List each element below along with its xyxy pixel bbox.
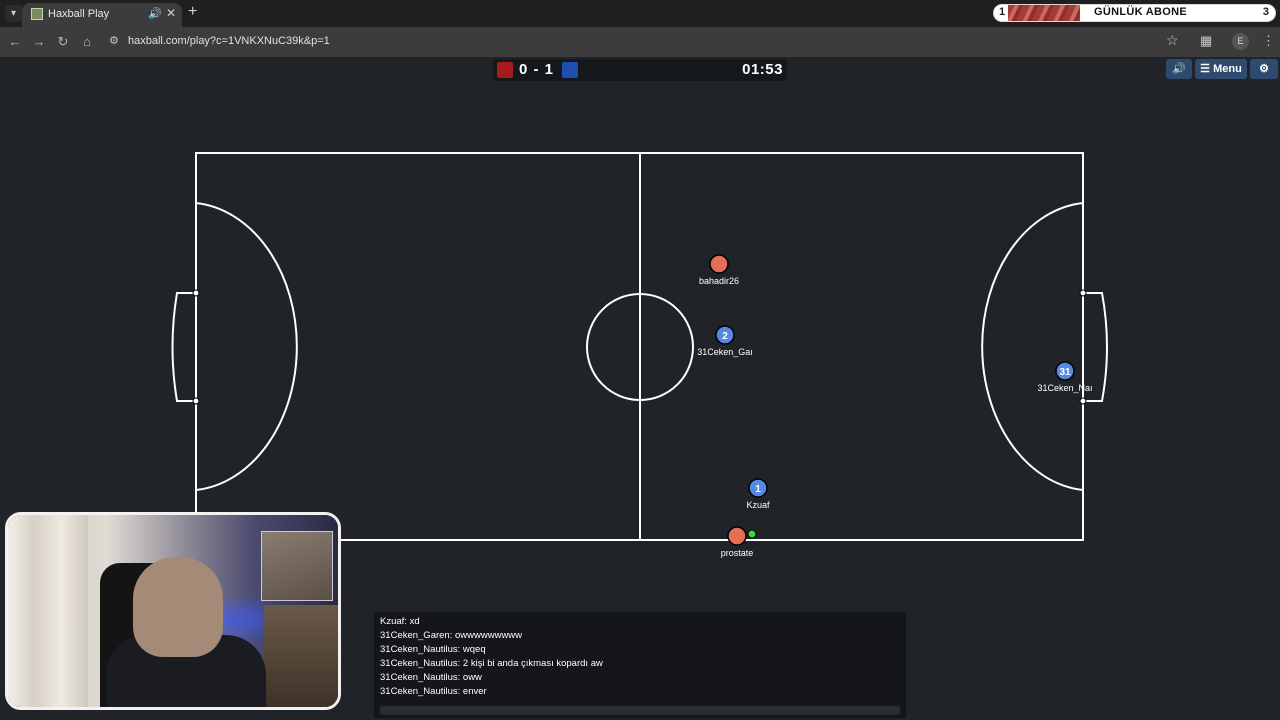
subscriber-goal-banner: 1 GÜNLÜK ABONE 3 [993, 4, 1276, 22]
tab-search-chevron-icon[interactable]: ▾ [5, 5, 22, 22]
browser-toolbar: ← → ↻ ⌂ ⚙ haxball.com/play?c=1VNKXNuC39k… [0, 27, 1280, 57]
webcam-inset-view [261, 531, 333, 601]
blue-team-icon [562, 62, 578, 78]
player-disc-blue: 1 Kzuaf [746, 478, 770, 510]
forward-arrow-icon[interactable]: → [31, 34, 47, 49]
address-bar[interactable]: ⚙ haxball.com/play?c=1VNKXNuC39k&p=1 ☆ ▦… [104, 30, 1276, 54]
kebab-menu-icon[interactable]: ⋮ [1262, 33, 1275, 49]
webcam-bookshelf [264, 605, 338, 707]
chat-message: 31Ceken_Nautilus: enver [380, 686, 487, 697]
player-name: 31Ceken_Gaı [697, 347, 753, 357]
site-info-icon[interactable]: ⚙ [109, 34, 119, 47]
left-penalty-arc [195, 202, 298, 491]
profile-avatar[interactable]: E [1232, 33, 1249, 50]
browser-tab-haxball[interactable]: Haxball Play 🔊 ✕ [22, 3, 182, 27]
extensions-puzzle-icon[interactable]: ▦ [1200, 33, 1212, 49]
home-icon[interactable]: ⌂ [79, 34, 95, 49]
player-number: 31 [1059, 367, 1071, 378]
menu-button[interactable]: ☰ Menu [1195, 59, 1247, 79]
player-name: bahadir26 [699, 276, 739, 286]
banner-title: GÜNLÜK ABONE [1094, 6, 1188, 18]
back-arrow-icon[interactable]: ← [7, 34, 23, 49]
right-goal-post-top [1079, 289, 1087, 297]
haxball-favicon-icon [31, 8, 43, 20]
chat-message: Kzuaf: xd [380, 616, 420, 627]
webcam-streamer-head [133, 557, 223, 657]
player-name: Kzuaf [746, 500, 770, 510]
right-goal-post-bottom [1079, 397, 1087, 405]
player-name: 31Ceken_Naı [1037, 383, 1092, 393]
chat-panel: Kzuaf: xd 31Ceken_Garen: owwwwwwwww 31Ce… [374, 612, 906, 718]
banner-current-value: 1 [999, 6, 1006, 18]
browser-tab-bar: ▾ Haxball Play 🔊 ✕ + 1 GÜNLÜK ABONE 3 [0, 0, 1280, 27]
match-timer: 01:53 [742, 61, 783, 78]
player-number: 2 [722, 331, 728, 342]
tab-audio-icon[interactable]: 🔊 [148, 7, 162, 20]
left-goal-post-bottom [192, 397, 200, 405]
score: 0 - 1 [519, 61, 555, 78]
bookmark-star-icon[interactable]: ☆ [1166, 32, 1179, 49]
tab-title: Haxball Play [48, 8, 110, 20]
player-number: 1 [755, 484, 761, 495]
ball [747, 529, 757, 539]
banner-goal-value: 3 [1262, 6, 1269, 18]
settings-button[interactable]: ⚙ [1250, 59, 1278, 79]
scoreboard: 0 - 1 01:53 [493, 59, 787, 81]
player-disc-blue: 2 31Ceken_Gaı [697, 325, 753, 357]
chat-message: 31Ceken_Nautilus: oww [380, 672, 482, 683]
speaker-icon: 🔊 [1172, 63, 1186, 75]
player-disc-red: bahadir26 [699, 254, 739, 286]
gear-icon: ⚙ [1259, 63, 1269, 75]
menu-label: Menu [1213, 63, 1242, 75]
chat-message: 31Ceken_Nautilus: 2 kişi bi anda çıkması… [380, 658, 603, 669]
player-name: prostate [721, 548, 754, 558]
chat-input[interactable] [380, 706, 900, 715]
right-penalty-arc [981, 202, 1084, 491]
hamburger-icon: ☰ [1200, 63, 1211, 75]
red-team-icon [497, 62, 513, 78]
new-tab-plus-icon[interactable]: + [188, 3, 197, 21]
chat-message: 31Ceken_Garen: owwwwwwwww [380, 630, 523, 641]
chat-message: 31Ceken_Nautilus: wqeq [380, 644, 486, 655]
sound-button[interactable]: 🔊 [1166, 59, 1192, 79]
reload-icon[interactable]: ↻ [55, 34, 71, 50]
url-text[interactable]: haxball.com/play?c=1VNKXNuC39k&p=1 [128, 35, 330, 47]
close-icon[interactable]: ✕ [166, 6, 176, 20]
left-goal-post-top [192, 289, 200, 297]
left-goal [171, 292, 196, 402]
webcam-overlay [5, 512, 341, 710]
progress-stripes [1008, 5, 1080, 21]
webcam-curtain [8, 515, 88, 707]
player-disc-blue: 31 31Ceken_Naı [1037, 361, 1093, 393]
